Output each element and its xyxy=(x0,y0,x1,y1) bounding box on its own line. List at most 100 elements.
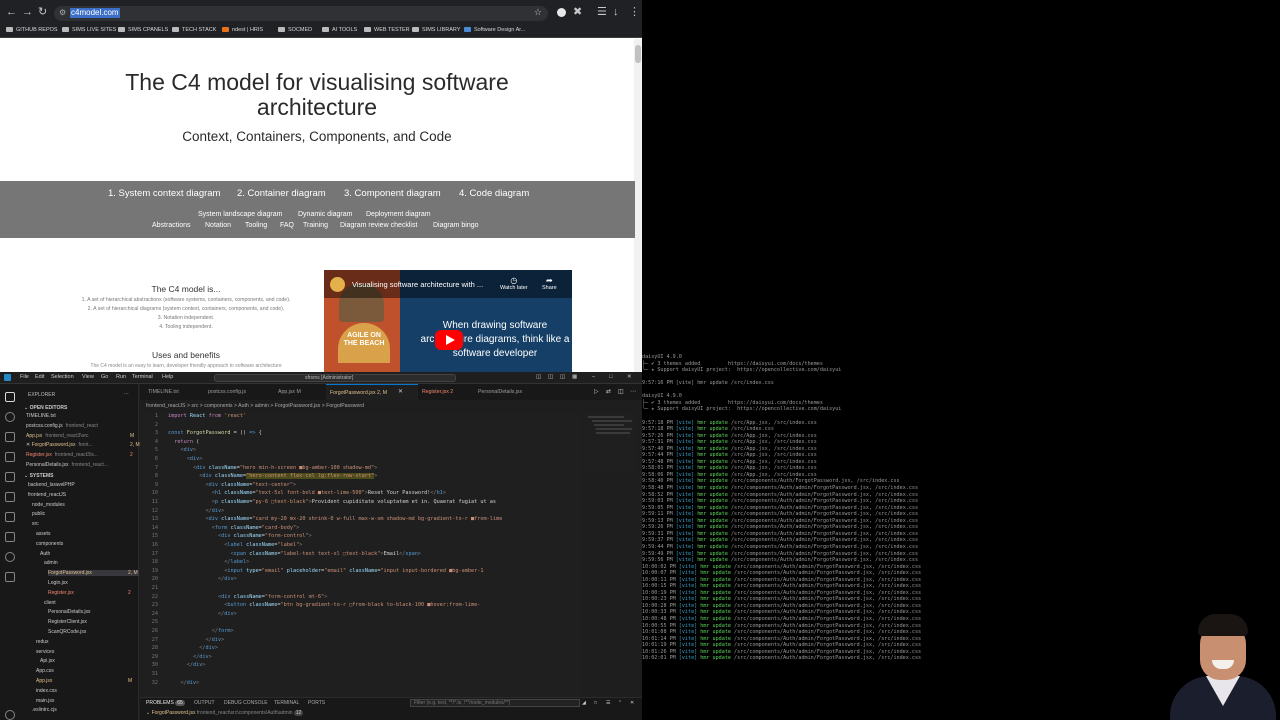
open-editor-item[interactable]: TIMELINE.txt xyxy=(26,413,59,419)
close-tab-icon[interactable]: ✕ xyxy=(398,388,403,395)
panel-tab-debug-console[interactable]: DEBUG CONSOLE xyxy=(224,700,268,706)
file-tree-item[interactable]: index.css xyxy=(36,688,57,694)
nav-abstractions[interactable]: Abstractions xyxy=(152,222,191,229)
menu-icon[interactable]: ⋮ xyxy=(629,6,640,18)
nav-code[interactable]: 4. Code diagram xyxy=(459,188,529,199)
open-editor-item[interactable]: App.jsx frontend_react3\src M xyxy=(26,433,134,439)
nav-system-context[interactable]: 1. System context diagram xyxy=(108,188,220,199)
layout-panel-icon[interactable]: ◫ xyxy=(548,374,553,380)
bookmark-item[interactable]: ndest | HRIS xyxy=(222,26,263,35)
nav-system-landscape[interactable]: System landscape diagram xyxy=(198,211,282,218)
database-icon[interactable] xyxy=(5,532,15,542)
file-tree-item[interactable]: services xyxy=(36,649,54,655)
open-editor-item[interactable]: PersonalDetails.jsx frontend_react... xyxy=(26,462,108,468)
panel-tab-terminal[interactable]: TERMINAL xyxy=(274,700,299,706)
bookmark-item[interactable]: TECH STACK xyxy=(172,26,216,35)
tab-search-icon[interactable]: ☰ xyxy=(597,6,607,18)
file-tree-item[interactable]: node_modules xyxy=(32,502,65,508)
menu-run[interactable]: Run xyxy=(116,374,126,380)
back-icon[interactable]: ← xyxy=(6,6,17,18)
nav-component[interactable]: 3. Component diagram xyxy=(344,188,441,199)
menu-go[interactable]: Go xyxy=(101,374,108,380)
file-tree-item[interactable]: public xyxy=(32,511,45,517)
youtube-embed[interactable]: AGILE ON THE BEACH Visualising software … xyxy=(324,270,572,372)
nav-diagram-bingo[interactable]: Diagram bingo xyxy=(433,222,479,229)
menu-view[interactable]: View xyxy=(82,374,94,380)
share-button[interactable]: ➦ Share xyxy=(542,276,557,291)
maximize-icon[interactable]: □ xyxy=(609,374,612,380)
panel-maximize-icon[interactable]: ⌃ xyxy=(618,700,622,706)
menu-file[interactable]: File xyxy=(20,374,29,380)
explorer-icon[interactable] xyxy=(5,392,15,402)
nav-dynamic[interactable]: Dynamic diagram xyxy=(298,211,352,218)
file-tree-item[interactable]: PersonalDetails.jsx xyxy=(48,609,91,615)
tab-app[interactable]: App.jsx M xyxy=(274,384,305,400)
collapse-all-icon[interactable]: □ xyxy=(594,700,597,706)
file-tree-item[interactable]: Api.jsx xyxy=(40,658,55,664)
forward-icon[interactable]: → xyxy=(22,6,33,18)
nav-training[interactable]: Training xyxy=(303,222,328,229)
download-icon[interactable]: ↓ xyxy=(613,6,619,18)
panel-tab-problems[interactable]: PROBLEMS 65 xyxy=(146,700,185,706)
editor-more-icon[interactable]: ⋯ xyxy=(630,388,636,395)
menu-help[interactable]: Help xyxy=(162,374,173,380)
page-scrollbar[interactable] xyxy=(634,39,642,372)
remote-explorer-icon[interactable] xyxy=(5,492,15,502)
file-tree-item[interactable]: assets xyxy=(36,531,50,537)
workspace-header[interactable]: ⌄ SYSTEMS xyxy=(24,473,54,479)
run-debug-icon[interactable] xyxy=(5,452,15,462)
nav-faq[interactable]: FAQ xyxy=(280,222,294,229)
tab-register[interactable]: Register.jsx 2 xyxy=(418,384,457,400)
nav-deployment[interactable]: Deployment diagram xyxy=(366,211,431,218)
run-icon[interactable]: ▷ xyxy=(594,388,599,395)
search-icon[interactable] xyxy=(5,412,15,422)
tab-forgot-password[interactable]: ForgotPassword.jsx 2, M xyxy=(326,384,418,400)
problem-file-row[interactable]: ⌄ ForgotPassword.jsx frontend_react\src\… xyxy=(146,710,304,716)
view-as-tree-icon[interactable]: ☰ xyxy=(606,700,610,706)
breadcrumb[interactable]: frontend_reactJS > src > components > Au… xyxy=(146,403,364,409)
tab-postcss[interactable]: postcss.config.js xyxy=(204,384,250,400)
source-control-icon[interactable] xyxy=(5,432,15,442)
layout-sidebar-icon[interactable]: ◫ xyxy=(536,374,541,380)
menu-selection[interactable]: Selection xyxy=(51,374,74,380)
panel-tab-output[interactable]: OUTPUT xyxy=(194,700,215,706)
open-editor-item[interactable]: Register.jsx frontend_react3\s... 2 xyxy=(26,452,133,458)
bookmark-item[interactable]: SIMS LIVE SITES xyxy=(62,26,116,35)
file-tree-item[interactable]: redux xyxy=(36,639,49,645)
code-editor[interactable]: 1 import React from 'react' 2 3 const Forg… xyxy=(140,412,582,697)
command-center[interactable]: sfrsms [Administrator] xyxy=(214,374,456,382)
panel-close-icon[interactable]: ✕ xyxy=(630,700,634,706)
bookmark-item[interactable]: GITHUB REPOS xyxy=(6,26,58,35)
panel-tab-ports[interactable]: PORTS xyxy=(308,700,325,706)
accounts-icon[interactable] xyxy=(5,710,15,720)
file-tree-item[interactable]: RegisterClient.jsx xyxy=(48,619,87,625)
bookmark-item[interactable]: Software Design Ar... xyxy=(464,26,525,35)
close-icon[interactable]: ✕ xyxy=(627,374,632,380)
bookmark-item[interactable]: SIMS CPANELS xyxy=(118,26,168,35)
minimap[interactable] xyxy=(584,412,634,472)
file-tree-item[interactable]: frontend_reactJS xyxy=(28,492,66,498)
bookmark-item[interactable]: SOCMED xyxy=(278,26,312,35)
explorer-more-icon[interactable]: ⋯ xyxy=(124,391,129,397)
channel-avatar[interactable] xyxy=(330,277,345,292)
page-scrollbar-thumb[interactable] xyxy=(635,45,641,63)
open-editor-item[interactable]: ✕ ForgotPassword.jsx front... 2, M xyxy=(26,442,140,448)
nav-tooling[interactable]: Tooling xyxy=(245,222,267,229)
compare-icon[interactable]: ⇄ xyxy=(606,388,611,395)
file-tree-item[interactable]: client xyxy=(44,600,56,606)
url-text[interactable]: c4model.com xyxy=(70,8,120,18)
nav-notation[interactable]: Notation xyxy=(205,222,231,229)
minimize-icon[interactable]: – xyxy=(592,374,595,380)
file-tree-item[interactable]: App.css xyxy=(36,668,54,674)
problems-filter-input[interactable]: Filter (e.g. text, **/*.ts, !**/node_mod… xyxy=(410,699,580,707)
layout-secondary-icon[interactable]: ◫ xyxy=(560,374,565,380)
file-tree-item[interactable]: backend_laravelPHP xyxy=(28,482,75,488)
file-tree-item[interactable]: Register.jsx 2 xyxy=(48,590,131,596)
customize-layout-icon[interactable]: ▦ xyxy=(572,374,577,380)
file-tree-item[interactable]: ForgotPassword.jsx 2, M xyxy=(48,570,139,577)
file-tree-item[interactable]: main.jsx xyxy=(36,698,54,704)
play-button[interactable] xyxy=(435,330,463,350)
video-title[interactable]: Visualising software architecture with .… xyxy=(352,280,483,289)
bookmark-item[interactable]: AI TOOLS xyxy=(322,26,357,35)
file-tree-item[interactable]: ScanQRCode.jsx xyxy=(48,629,86,635)
